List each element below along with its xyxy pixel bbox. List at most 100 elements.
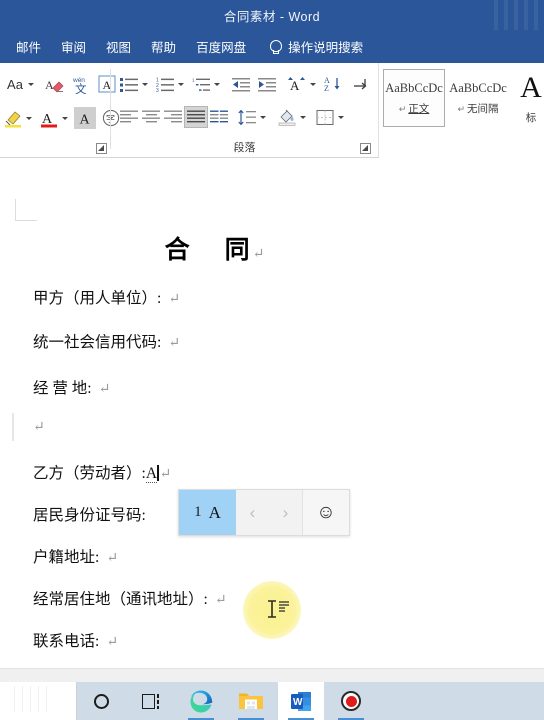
style-item-heading[interactable]: A 标 [511,69,544,127]
font-dialog-launcher[interactable] [96,143,107,154]
heading-char-2: 同 [224,237,251,264]
ime-candidate-bar[interactable]: 1 A ‹ › ☺ [178,489,350,536]
paragraph-mark: ↵ [106,635,119,650]
ime-next-page-button[interactable]: › [283,503,289,523]
tell-me-search[interactable]: 操作说明搜索 [268,37,363,56]
chevron-down-icon[interactable] [310,82,316,86]
text-highlight-color-button[interactable] [2,107,24,129]
taskbar-task-view-button[interactable] [128,682,174,720]
tab-help[interactable]: 帮助 [145,34,182,59]
svg-text:A: A [45,78,54,92]
chevron-down-icon[interactable] [62,116,68,120]
taskbar-file-explorer-button[interactable] [228,682,274,720]
show-formatting-marks-button[interactable] [348,73,370,95]
tab-review[interactable]: 审阅 [55,34,92,59]
search-circle-icon [93,693,109,709]
ribbon-group-font: Aa A wén 文 A A A [0,63,120,158]
style-name-no-spacing: ↵ 无间隔 [457,102,499,115]
tab-mailings[interactable]: 邮件 [10,34,47,59]
ime-candidate-1[interactable]: 1 A [179,490,236,535]
ime-emoji-button[interactable]: ☺ [302,490,349,535]
doc-line-business-place: 经 营 地: ↵ [33,376,110,398]
paragraph-mark: ↵ [33,420,45,435]
align-left-button[interactable] [118,106,140,128]
sort-az-icon: A Z [324,76,340,92]
doc-line-credit-code: 统一社会信用代码: ↵ [33,330,180,352]
text-direction-button[interactable]: A [286,73,308,95]
taskbar-word-button[interactable]: W [278,682,324,720]
doc-line-residence-address: 经常居住地（通讯地址）: ↵ [33,587,227,609]
increase-indent-icon [257,77,276,91]
borders-icon [316,109,333,125]
paragraph-dialog-launcher[interactable] [360,143,371,154]
chevron-down-icon[interactable] [214,82,220,86]
multilevel-list-button[interactable]: 1 [190,73,212,95]
chevron-down-icon[interactable] [178,82,184,86]
align-center-icon [141,110,160,123]
doc-line-id-number: 居民身份证号码: [33,503,146,525]
distributed-icon [209,110,228,123]
chevron-down-icon[interactable] [260,115,266,119]
ime-prev-page-button[interactable]: ‹ [250,503,256,523]
ime-navigation: ‹ › [236,490,302,535]
paragraph-mark: ↵ [106,551,119,566]
tab-view[interactable]: 视图 [100,34,137,59]
taskbar-edge-button[interactable] [178,682,224,720]
taskbar-left-panel[interactable] [0,682,77,720]
distributed-button[interactable] [208,106,230,128]
chevron-down-icon[interactable] [142,82,148,86]
shading-button[interactable] [276,106,298,128]
doc-line-party-a: 甲方（用人单位）: ↵ [33,286,180,308]
taskbar-recorder-button[interactable] [328,682,374,720]
align-right-icon [163,110,182,123]
taskbar-search-button[interactable] [78,682,124,720]
style-sample-text: AaBbCcDc [449,80,507,95]
chevron-down-icon[interactable] [338,115,344,119]
style-item-no-spacing[interactable]: AaBbCcDc ↵ 无间隔 [447,69,509,127]
align-right-button[interactable] [162,106,184,128]
sort-button[interactable]: A Z [322,73,344,95]
borders-button[interactable] [314,106,336,128]
phonetic-guide-button[interactable]: wén 文 [70,73,92,95]
clear-formatting-button[interactable]: A [44,73,66,95]
lightbulb-icon [268,39,283,55]
text-ibeam-cursor [265,599,291,626]
justify-button[interactable] [184,106,208,128]
bullets-button[interactable] [118,73,140,95]
highlighter-icon [4,111,21,127]
paragraph-mark: ↵ [252,247,266,262]
doc-line-text: 户籍地址: [33,549,100,566]
chevron-down-icon[interactable] [300,115,306,119]
title-bar-stripes [482,0,544,30]
style-name-normal: ↵ 正文 [398,102,430,115]
page-margin-marker [15,199,37,221]
document-canvas[interactable]: 合同 ↵ 甲方（用人单位）: ↵ 统一社会信用代码: ↵ 经 营 地: ↵ ↵ 乙方（劳… [0,158,544,668]
text-effects-button[interactable]: A [74,107,96,129]
doc-line-household-address: 户籍地址: ↵ [33,545,118,567]
doc-line-text: 甲方（用人单位）: [33,290,162,307]
svg-text:Z: Z [324,84,329,92]
doc-line-party-b: 乙方（劳动者）:A ↵ [33,461,171,483]
record-icon [341,691,361,711]
font-color-button[interactable]: A [38,107,60,129]
styles-gallery: AaBbCcDc ↵ 正文 AaBbCcDc ↵ 无间隔 A 标 [378,63,544,158]
paragraph-mark: ↵ [159,467,172,482]
align-center-button[interactable] [140,106,162,128]
doc-line-empty: ↵ [33,418,45,436]
decrease-indent-button[interactable] [230,73,252,95]
line-spacing-button[interactable] [236,106,258,128]
style-item-normal[interactable]: AaBbCcDc ↵ 正文 [383,69,445,127]
tab-baidu-netdisk[interactable]: 百度网盘 [190,34,252,59]
style-sample-text: AaBbCcDc [385,80,443,95]
change-case-button[interactable]: Aa [4,73,26,95]
chevron-down-icon[interactable] [28,82,34,86]
increase-indent-button[interactable] [256,73,278,95]
chevron-down-icon[interactable] [26,116,32,120]
heading-char-1: 合 [164,237,191,264]
multilevel-list-icon: 1 [192,77,210,91]
doc-line-text: 经 营 地: [33,380,92,397]
doc-line-text: 经常居住地（通讯地址）: [33,591,208,608]
doc-line-text: 居民身份证号码: [33,507,146,524]
numbering-button[interactable]: 1 2 3 [154,73,176,95]
svg-text:A: A [290,78,300,92]
